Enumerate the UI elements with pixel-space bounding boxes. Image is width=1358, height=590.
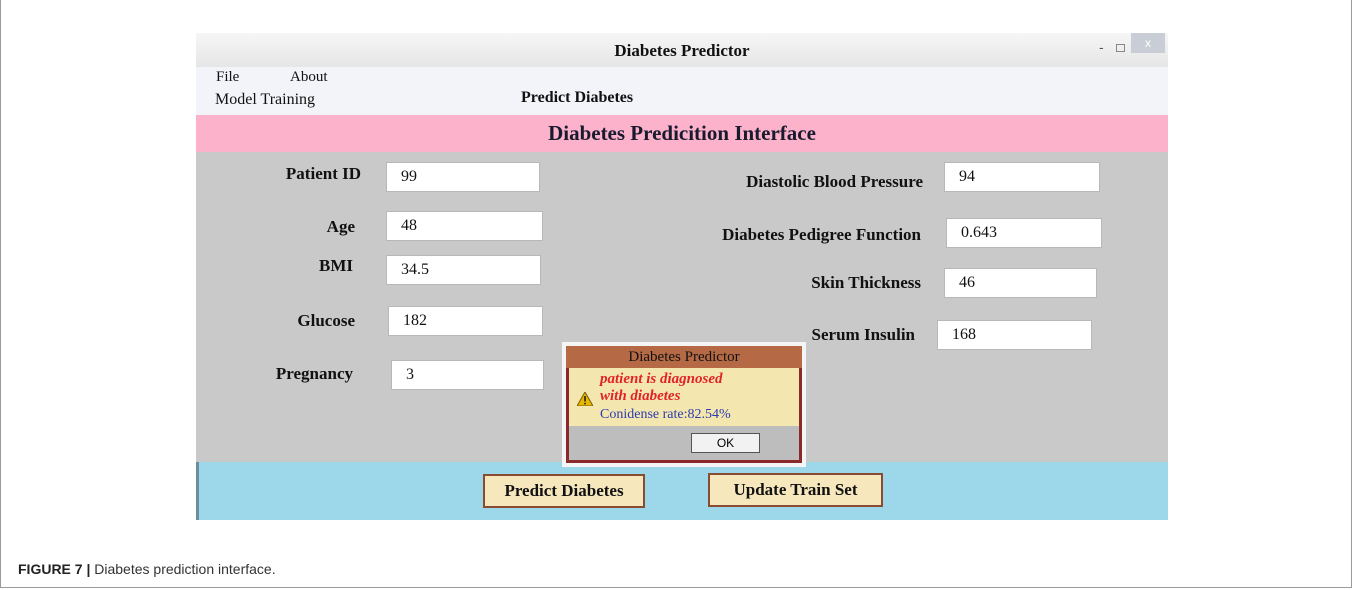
ok-button[interactable]: OK — [691, 433, 760, 453]
predict-diabetes-button[interactable]: Predict Diabetes — [483, 474, 645, 508]
update-train-set-button[interactable]: Update Train Set — [708, 473, 883, 507]
glucose-field[interactable] — [388, 306, 543, 336]
minimize-button[interactable]: - — [1099, 39, 1104, 55]
warning-icon — [577, 392, 593, 406]
figure-caption: FIGURE 7 | Diabetes prediction interface… — [18, 561, 276, 577]
age-label: Age — [326, 217, 355, 236]
tab-model-training[interactable]: Model Training — [215, 91, 315, 109]
pregnancy-label: Pregnancy — [275, 364, 353, 383]
bmi-label: BMI — [319, 256, 353, 275]
close-button[interactable]: x — [1131, 33, 1165, 53]
glucose-label: Glucose — [297, 311, 355, 330]
tab-predict-diabetes[interactable]: Predict Diabetes — [521, 89, 633, 107]
skin-thickness-field[interactable] — [944, 268, 1097, 298]
menu-bar: File About Model Training Predict Diabet… — [196, 67, 1168, 115]
confidence-text: Conidense rate:82.54% — [600, 407, 731, 422]
caption-text: Diabetes prediction interface. — [90, 561, 276, 577]
action-bar — [196, 462, 1168, 520]
maximize-button[interactable] — [1116, 44, 1125, 52]
serum-insulin-field[interactable] — [937, 320, 1092, 350]
dialog-message: patient is diagnosed with diabetes — [600, 371, 723, 405]
bmi-field[interactable] — [386, 255, 541, 285]
dialog-body: patient is diagnosed with diabetes Conid… — [569, 368, 799, 426]
pedigree-label: Diabetes Pedigree Function — [722, 225, 921, 244]
menu-about[interactable]: About — [290, 69, 328, 86]
dialog-footer: OK — [569, 426, 799, 460]
dialog-title: Diabetes Predictor — [566, 346, 802, 368]
title-bar: Diabetes Predictor - x — [196, 33, 1168, 67]
patient-id-label: Patient ID — [285, 164, 361, 183]
diastolic-bp-label: Diastolic Blood Pressure — [746, 172, 923, 191]
diastolic-bp-field[interactable] — [944, 162, 1100, 192]
page-title: Diabetes Predicition Interface — [196, 115, 1168, 152]
dialog-frame: Diabetes Predictor patient is diagnosed … — [566, 346, 802, 463]
result-dialog: Diabetes Predictor patient is diagnosed … — [562, 342, 806, 467]
skin-thickness-label: Skin Thickness — [811, 273, 921, 292]
dialog-message-line2: with diabetes — [600, 388, 681, 404]
patient-id-field[interactable] — [386, 162, 540, 192]
pregnancy-field[interactable] — [391, 360, 544, 390]
pedigree-field[interactable] — [946, 218, 1102, 248]
dialog-message-line1: patient is diagnosed — [600, 371, 723, 387]
menu-file[interactable]: File — [216, 69, 239, 86]
age-field[interactable] — [386, 211, 543, 241]
caption-label: FIGURE 7 | — [18, 561, 91, 577]
window-title: Diabetes Predictor — [614, 41, 750, 60]
